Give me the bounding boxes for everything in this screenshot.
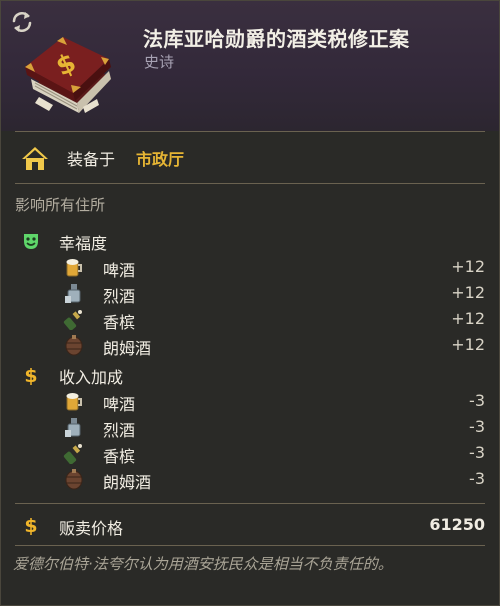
- rum-icon: [65, 469, 83, 490]
- house-icon: [22, 147, 48, 170]
- svg-text:$: $: [24, 515, 37, 535]
- gold-dollar-icon: $: [24, 515, 37, 535]
- section-happiness: 幸福度: [1, 229, 499, 253]
- spirits-icon: [65, 284, 81, 303]
- affects-label: 影响所有住所: [15, 196, 106, 214]
- spirits-icon: [65, 418, 81, 437]
- list-item-value: -3: [469, 417, 485, 436]
- equipped-in-row: 装备于 市政厅: [1, 139, 499, 179]
- list-item-value: -3: [469, 391, 485, 410]
- happiness-mask-icon: [24, 234, 38, 249]
- list-item-label: 啤酒: [103, 261, 136, 280]
- equipped-label: 装备于: [67, 150, 116, 169]
- section-title: 收入加成: [59, 368, 124, 387]
- list-item: 啤酒 -3: [1, 389, 499, 415]
- section-income-bonus: $ 收入加成: [1, 363, 499, 387]
- equipped-building[interactable]: 市政厅: [136, 146, 184, 170]
- beer-icon: [66, 393, 82, 411]
- list-item-value: -3: [469, 469, 485, 488]
- divider: [15, 503, 485, 504]
- list-item: 香槟 -3: [1, 441, 499, 467]
- divider: [15, 131, 485, 132]
- list-item: 啤酒 +12: [1, 255, 499, 281]
- divider: [15, 545, 485, 546]
- sell-price-row: $ 贩卖价格 61250: [1, 511, 499, 539]
- champagne-icon: [63, 310, 82, 330]
- ledger-book-icon: $: [25, 37, 111, 113]
- rum-icon: [65, 335, 83, 356]
- list-item-label: 朗姆酒: [103, 339, 152, 358]
- divider: [15, 183, 485, 184]
- tooltip-header: $ 法库亚哈勋爵的酒类税修正案 史诗: [1, 1, 499, 131]
- sell-price-value: 61250: [429, 515, 485, 534]
- gold-dollar-icon: $: [24, 365, 37, 385]
- list-item-label: 香槟: [103, 313, 136, 332]
- list-item-label: 香槟: [103, 447, 136, 466]
- item-tooltip: $ 法库亚哈勋爵的酒类税修正案 史诗 装备于 市政厅 影响所有住所 幸福度 啤酒…: [0, 0, 500, 606]
- list-item: 香槟 +12: [1, 307, 499, 333]
- item-rarity: 史诗: [144, 53, 175, 71]
- list-item-label: 朗姆酒: [103, 473, 152, 492]
- beer-icon: [66, 259, 82, 277]
- list-item-label: 烈酒: [103, 287, 136, 306]
- item-title: 法库亚哈勋爵的酒类税修正案: [143, 27, 410, 51]
- list-item: 朗姆酒 +12: [1, 333, 499, 359]
- list-item: 烈酒 -3: [1, 415, 499, 441]
- sell-price-label: 贩卖价格: [59, 519, 124, 538]
- list-item-label: 啤酒: [103, 395, 136, 414]
- list-item-value: -3: [469, 443, 485, 462]
- list-item-value: +12: [451, 283, 485, 302]
- list-item-value: +12: [451, 335, 485, 354]
- list-item-value: +12: [451, 309, 485, 328]
- list-item-value: +12: [451, 257, 485, 276]
- list-item: 朗姆酒 -3: [1, 467, 499, 493]
- svg-text:$: $: [24, 365, 37, 385]
- list-item-label: 烈酒: [103, 421, 136, 440]
- champagne-icon: [63, 444, 82, 464]
- section-title: 幸福度: [59, 234, 108, 253]
- flavor-text: 爱德尔伯特·法夸尔认为用酒安抚民众是相当不负责任的。: [13, 555, 393, 573]
- list-item: 烈酒 +12: [1, 281, 499, 307]
